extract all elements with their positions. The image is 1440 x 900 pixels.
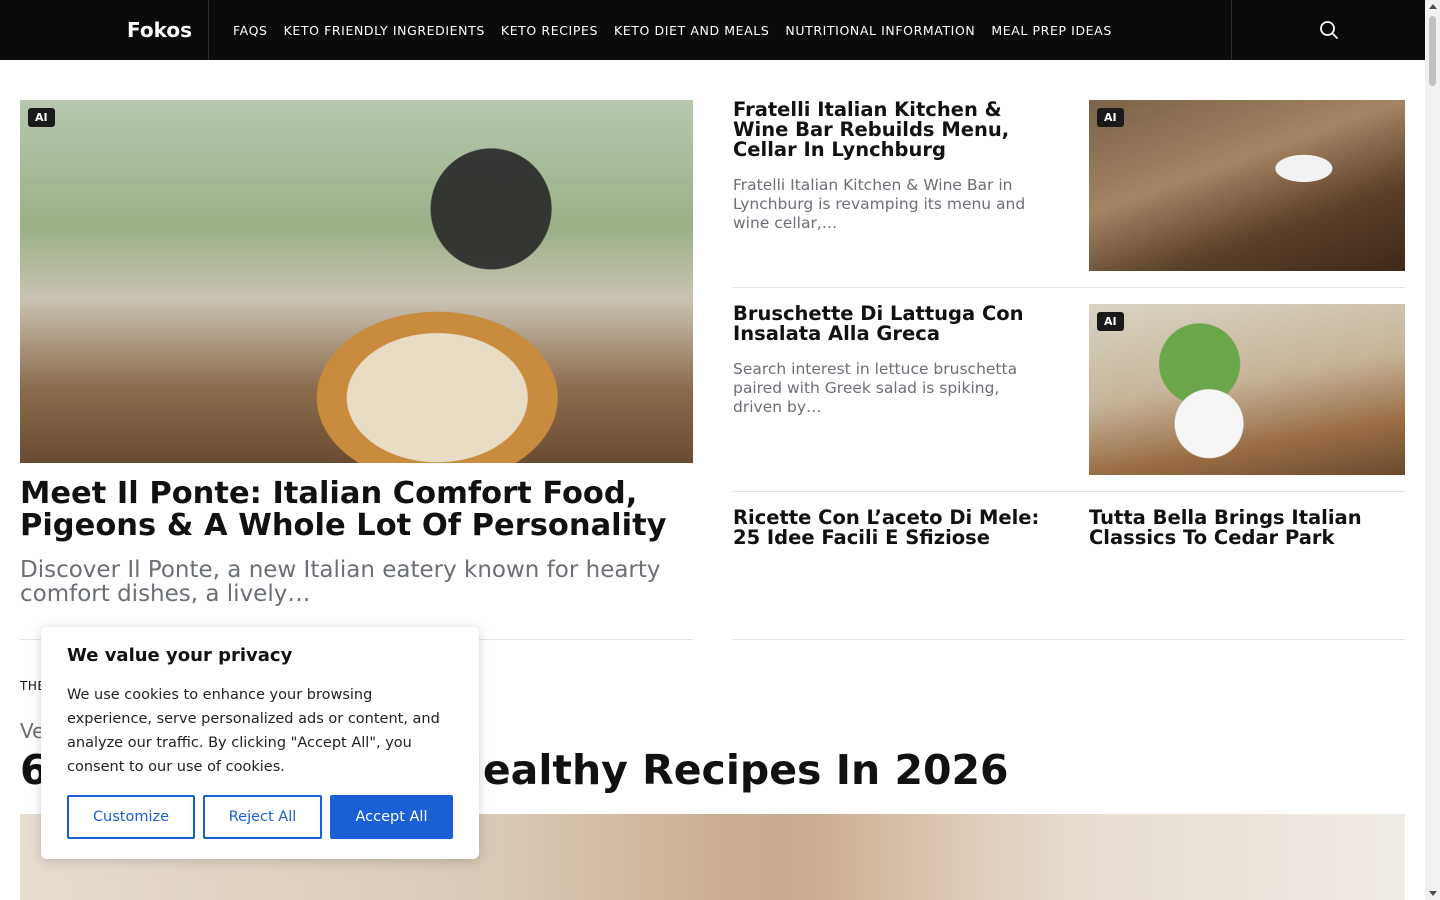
article-title[interactable]: Ricette Con L’aceto Di Mele: 25 Idee Fac… [733, 508, 1053, 548]
nav-item-keto-recipes[interactable]: KETO RECIPES [501, 23, 598, 38]
ai-badge: AI [28, 108, 55, 127]
nav-item-faqs[interactable]: FAQS [233, 23, 268, 38]
nav-item-meal-prep-ideas[interactable]: MEAL PREP IDEAS [991, 23, 1112, 38]
site-logo[interactable]: Fokos [0, 0, 209, 60]
brand-name[interactable]: Fokos [127, 18, 192, 42]
ai-badge: AI [1097, 312, 1124, 331]
scroll-down-arrow-icon[interactable] [1429, 891, 1437, 896]
article-image[interactable]: AI [1089, 100, 1405, 271]
divider [733, 287, 1405, 288]
hero-image[interactable]: AI [20, 100, 693, 463]
customize-button[interactable]: Customize [67, 795, 195, 839]
article-image[interactable]: AI [1089, 304, 1405, 475]
section-title-right[interactable]: Healthy Recipes In 2026 [449, 746, 1009, 794]
reject-all-button[interactable]: Reject All [203, 795, 322, 839]
article-title[interactable]: Tutta Bella Brings Italian Classics To C… [1089, 508, 1405, 548]
hero-title[interactable]: Meet Il Ponte: Italian Comfort Food, Pig… [20, 478, 700, 542]
search-button[interactable] [1231, 0, 1425, 60]
article-excerpt: Fratelli Italian Kitchen & Wine Bar in L… [733, 176, 1026, 232]
article-excerpt: Search interest in lettuce bruschetta pa… [733, 360, 1018, 416]
main-nav: FAQS KETO FRIENDLY INGREDIENTS KETO RECI… [209, 0, 1128, 60]
accept-all-button[interactable]: Accept All [330, 795, 453, 839]
nav-item-keto-diet-and-meals[interactable]: KETO DIET AND MEALS [614, 23, 769, 38]
hero-excerpt: Discover Il Ponte, a new Italian eatery … [20, 557, 661, 607]
article-title[interactable]: Bruschette Di Lattuga Con Insalata Alla … [733, 304, 1053, 344]
nav-item-nutritional-information[interactable]: NUTRITIONAL INFORMATION [785, 23, 975, 38]
cookie-consent-banner: We value your privacy We use cookies to … [41, 627, 479, 859]
search-icon [1319, 21, 1338, 39]
article-title[interactable]: Fratelli Italian Kitchen & Wine Bar Rebu… [733, 100, 1063, 160]
nav-item-keto-friendly-ingredients[interactable]: KETO FRIENDLY INGREDIENTS [284, 23, 485, 38]
ai-badge: AI [1097, 108, 1124, 127]
cookie-title: We value your privacy [67, 645, 293, 666]
divider [733, 491, 1405, 492]
scrollbar-thumb[interactable] [1429, 16, 1436, 86]
divider [733, 639, 1405, 640]
site-header: Fokos FAQS KETO FRIENDLY INGREDIENTS KET… [0, 0, 1425, 60]
page-scrollbar[interactable] [1425, 0, 1440, 900]
cookie-body: We use cookies to enhance your browsing … [67, 687, 440, 775]
scroll-up-arrow-icon[interactable] [1429, 4, 1437, 9]
